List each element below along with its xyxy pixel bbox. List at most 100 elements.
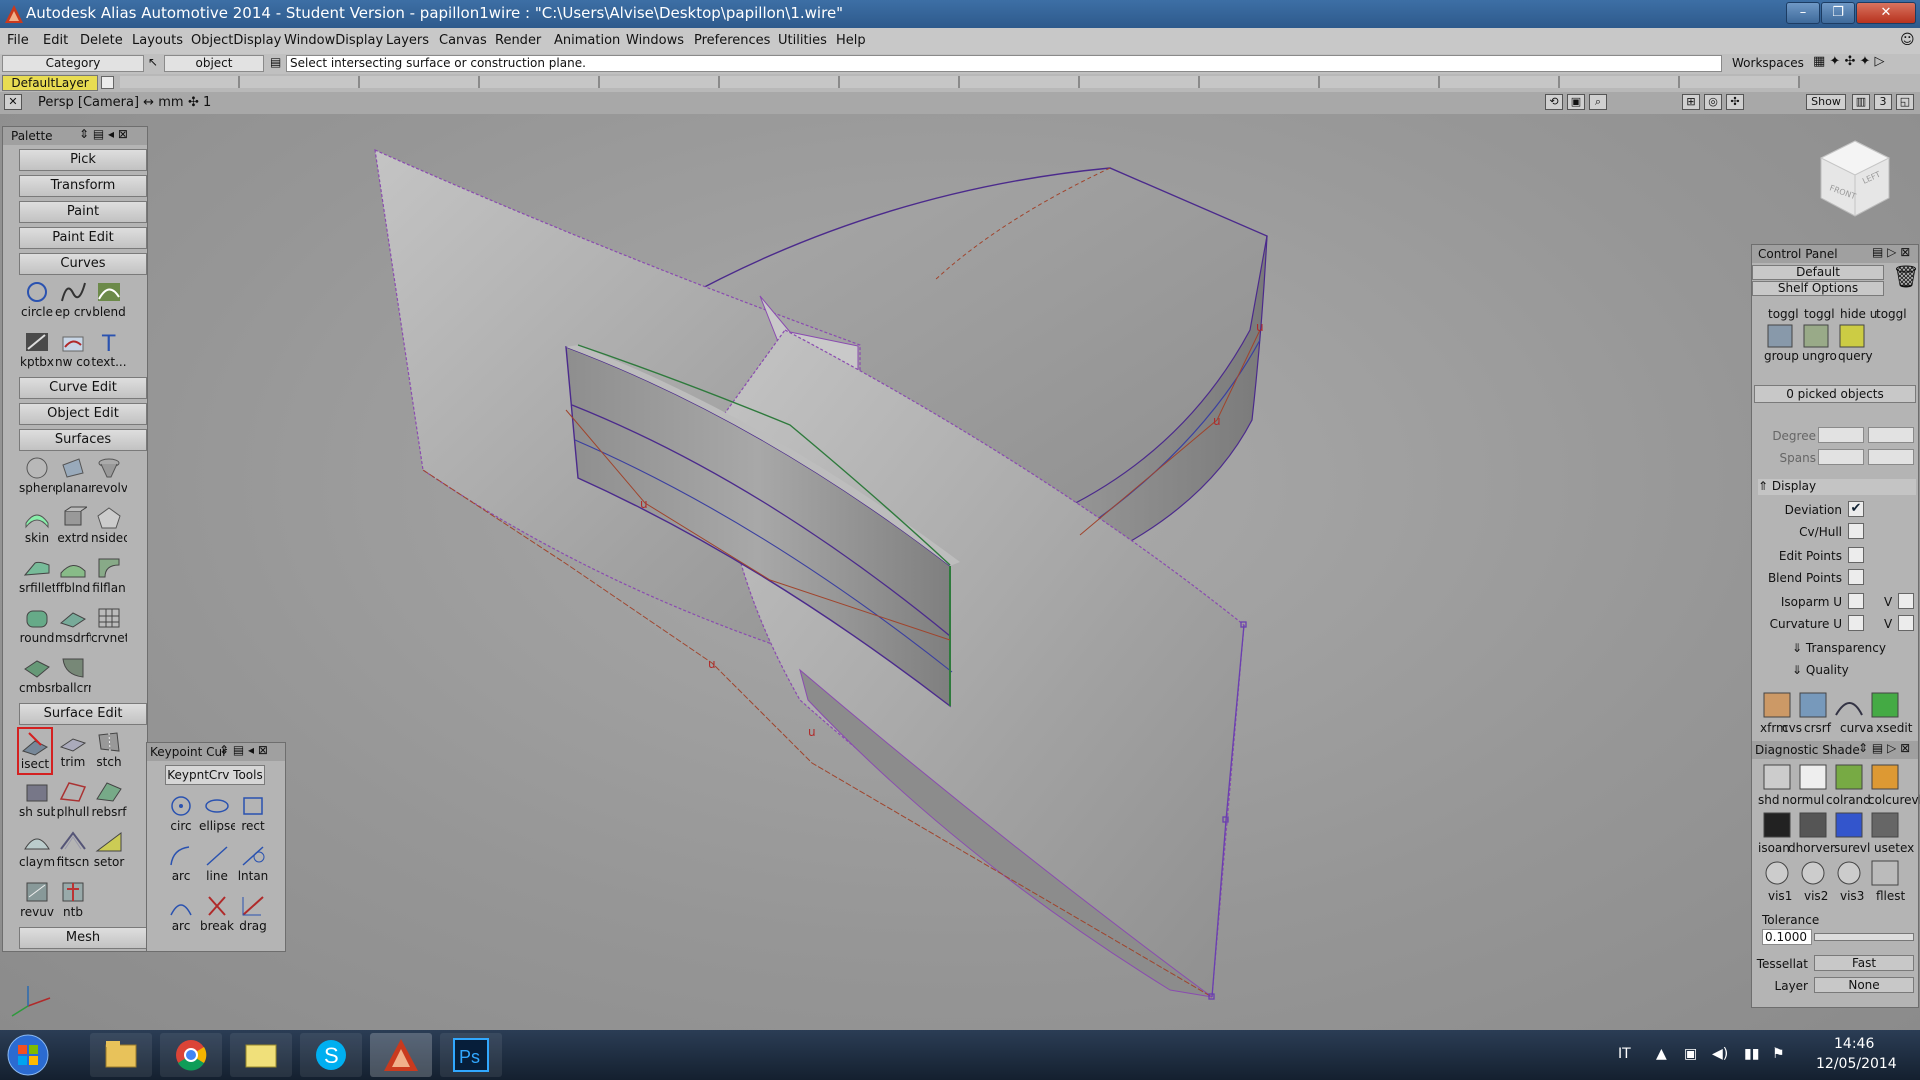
transparency-section[interactable]: ⇓ Transparency <box>1792 641 1886 655</box>
kp-tool-circ[interactable]: circ <box>163 791 199 839</box>
diag-vis2[interactable]: vis2 <box>1804 889 1828 903</box>
minimize-button[interactable]: – <box>1786 2 1820 24</box>
tool-text[interactable]: Ttext... <box>91 327 127 375</box>
default-layer[interactable]: DefaultLayer <box>2 75 98 91</box>
keypoint-tab[interactable]: KeypntCrv Tools <box>165 765 265 785</box>
tool-crsrf[interactable]: crsrf <box>1804 721 1831 735</box>
menu-animation[interactable]: Animation <box>554 33 620 48</box>
curvature-u-checkbox[interactable] <box>1848 615 1864 631</box>
shelf-item-1[interactable]: toggl <box>1768 307 1799 321</box>
preset-select[interactable]: Default <box>1752 265 1884 280</box>
tool-xsedit[interactable]: xsedit <box>1876 721 1912 735</box>
curve-edit-button[interactable]: Curve Edit <box>19 377 147 399</box>
taskbar-explorer[interactable] <box>90 1033 152 1077</box>
shelf-group[interactable]: group <box>1764 349 1799 363</box>
diag-vis3[interactable]: vis3 <box>1840 889 1864 903</box>
blend-points-checkbox[interactable] <box>1848 569 1864 585</box>
action-center-icon[interactable]: ⚑ <box>1772 1046 1785 1062</box>
paint-button[interactable]: Paint <box>19 201 147 223</box>
menu-windows[interactable]: Windows <box>626 33 684 48</box>
tool-msdrft[interactable]: msdrft <box>55 603 91 651</box>
network-icon[interactable]: ▮▮ <box>1744 1046 1759 1062</box>
tool-circle[interactable]: circle <box>19 277 55 325</box>
diagnostic-controls[interactable]: ⇕ ▤ ▷ ⊠ <box>1858 741 1910 755</box>
quality-section[interactable]: ⇓ Quality <box>1792 663 1849 677</box>
shelf-tools-icons[interactable] <box>1762 691 1912 719</box>
spans-v-field[interactable] <box>1868 449 1914 465</box>
taskbar-photoshop[interactable]: Ps <box>440 1033 502 1077</box>
menu-preferences[interactable]: Preferences <box>694 33 770 48</box>
volume-icon[interactable]: ◀) <box>1712 1046 1728 1062</box>
layer-select[interactable]: None <box>1814 977 1914 993</box>
user-icon[interactable]: ☺ <box>1900 32 1915 48</box>
menu-file[interactable]: File <box>7 33 29 48</box>
diag-normul[interactable]: normul <box>1782 793 1824 807</box>
kp-tool-lntan[interactable]: lntan <box>235 841 271 889</box>
show-button[interactable]: Show <box>1806 94 1846 110</box>
tool-nsided[interactable]: nsided <box>91 503 127 551</box>
picked-objects-select[interactable]: 0 picked objects <box>1754 385 1916 403</box>
isoparm-u-checkbox[interactable] <box>1848 593 1864 609</box>
shelf-query[interactable]: query <box>1838 349 1873 363</box>
taskbar-alias[interactable] <box>370 1033 432 1077</box>
diagnostic-shade-icons-3[interactable] <box>1762 859 1912 887</box>
kp-tool-ellipse[interactable]: ellipse <box>199 791 235 839</box>
tessellate-select[interactable]: Fast <box>1814 955 1914 971</box>
group-shelf-icons[interactable] <box>1766 323 1892 349</box>
language-indicator[interactable]: IT <box>1618 1046 1631 1062</box>
curves-header[interactable]: Curves <box>19 253 147 275</box>
tool-kptbx[interactable]: kptbx <box>19 327 55 375</box>
shelf-item-3[interactable]: hide u <box>1840 307 1877 321</box>
tool-plhull[interactable]: plhull <box>55 777 91 825</box>
spans-field[interactable] <box>1818 449 1864 465</box>
tool-blend[interactable]: blend <box>91 277 127 325</box>
layer-visibility-checkbox[interactable] <box>101 76 114 89</box>
taskbar-skype[interactable]: S <box>300 1033 362 1077</box>
tolerance-field[interactable]: 0.1000 <box>1762 929 1812 945</box>
menu-edit[interactable]: Edit <box>43 33 68 48</box>
diag-dhorver[interactable]: dhorver <box>1788 841 1835 855</box>
maximize-view-icon[interactable]: ◱ <box>1896 94 1914 110</box>
tool-skin[interactable]: skin <box>19 503 55 551</box>
layer-slots[interactable] <box>120 76 1800 88</box>
tool-sphere[interactable]: sphere <box>19 453 55 501</box>
control-panel-controls[interactable]: ▤ ▷ ⊠ <box>1872 245 1910 259</box>
camera-label[interactable]: Persp [Camera] ↔ mm <box>38 95 184 110</box>
keypoint-controls[interactable]: ⇕ ▤ ◂ ⊠ <box>219 743 268 757</box>
mesh-header[interactable]: Mesh <box>19 927 147 949</box>
menu-layouts[interactable]: Layouts <box>132 33 183 48</box>
shelf-ungroup[interactable]: ungro <box>1802 349 1837 363</box>
maximize-button[interactable]: ❐ <box>1821 2 1855 24</box>
tool-cmbsrf[interactable]: cmbsrf <box>19 653 55 701</box>
tool-fitscn[interactable]: fitscn <box>55 827 91 875</box>
tool-srfillet[interactable]: srfillet <box>19 553 55 601</box>
transform-button[interactable]: Transform <box>19 175 147 197</box>
diagnostic-shade-icons-2[interactable] <box>1762 811 1912 839</box>
trash-icon[interactable]: 🗑 <box>1892 265 1920 290</box>
workspaces-label[interactable]: Workspaces <box>1732 56 1804 70</box>
diag-colrand[interactable]: colrand <box>1826 793 1871 807</box>
tool-ballcrn[interactable]: ballcrn <box>55 653 91 701</box>
tool-nw-cos[interactable]: nw cos <box>55 327 91 375</box>
layout-icon[interactable]: ▥ <box>1852 94 1870 110</box>
degree-v-field[interactable] <box>1868 427 1914 443</box>
diag-usetex[interactable]: usetex <box>1874 841 1914 855</box>
edit-points-checkbox[interactable] <box>1848 547 1864 563</box>
kp-tool-arc[interactable]: arc <box>163 841 199 889</box>
workspace-icons[interactable]: ▦ ✦ ✣ ✦ ▷ <box>1813 54 1885 69</box>
object-field[interactable]: object <box>164 55 264 72</box>
fit-icon[interactable]: ⊞ <box>1682 94 1700 110</box>
tolerance-slider[interactable] <box>1814 933 1914 941</box>
palette-controls[interactable]: ⇕ ▤ ◂ ⊠ <box>79 127 128 141</box>
menu-objectdisplay[interactable]: ObjectDisplay <box>191 33 281 48</box>
clock-time[interactable]: 14:46 <box>1834 1036 1874 1052</box>
menu-windowdisplay[interactable]: WindowDisplay <box>284 33 383 48</box>
paint-edit-button[interactable]: Paint Edit <box>19 227 147 249</box>
kp-tool-rect[interactable]: rect <box>235 791 271 839</box>
tool-extrd[interactable]: extrd <box>55 503 91 551</box>
taskbar-chrome[interactable] <box>160 1033 222 1077</box>
diag-isoan[interactable]: isoan <box>1758 841 1790 855</box>
tray-expand-icon[interactable]: ▲ <box>1656 1046 1667 1062</box>
clock-date[interactable]: 12/05/2014 <box>1816 1056 1897 1072</box>
tray-app-icon[interactable]: ▣ <box>1684 1046 1697 1062</box>
